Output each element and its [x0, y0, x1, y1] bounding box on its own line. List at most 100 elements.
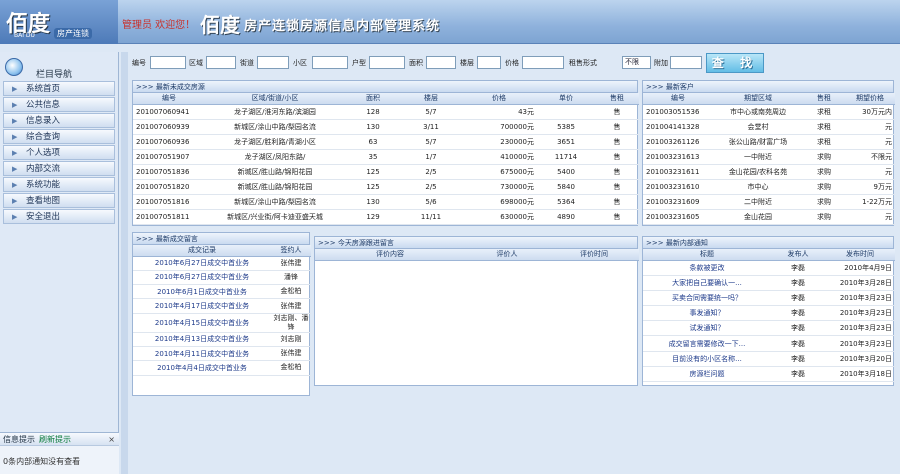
table-cell[interactable]: 条款被更改 — [643, 260, 771, 276]
table-row[interactable]: 买卖合同需要统一吗？ 李磊 2010年3月23日 — [643, 290, 895, 307]
col-content: 评价内容 — [315, 249, 465, 261]
table-row[interactable]: 201003231605 金山花园 求购元 — [643, 209, 895, 226]
table-row[interactable]: 201004141328 会堂村 求租元 — [643, 119, 895, 135]
sidebar-splitter[interactable] — [121, 52, 128, 474]
table-cell: 11/11 — [401, 209, 461, 226]
table-cell[interactable]: 2010年4月4日成交中首业务 — [133, 360, 271, 376]
table-row[interactable]: 201007051816 新城区/涂山中路/梨园名流 130 5/6 698000元 53… — [133, 194, 639, 211]
table-row[interactable]: 2010年4月13日成交中首业务 刘志刚 — [133, 332, 311, 347]
arrow-right-icon: ▶ — [12, 133, 18, 141]
sidebar-item-search[interactable]: ▶ 综合查询 — [3, 129, 115, 144]
table-row[interactable]: 201007051836 新城区/胜山路/锦阳花园 125 2/5 675000元 540… — [133, 164, 639, 180]
table-cell: 金山花园/农科名苑 — [713, 164, 803, 180]
sidebar-item-public-info[interactable]: ▶ 公共信息 — [3, 97, 115, 112]
table-row[interactable]: 2010年4月4日成交中首业务 金松柏 — [133, 360, 311, 376]
today-followups-panel: >>> 今天房源跟进留言 评价内容 评价人 评价时间 — [314, 236, 639, 386]
table-row[interactable]: 2010年6月27日成交中首业务 张伟建 — [133, 256, 311, 271]
table-cell: 售 — [595, 119, 639, 135]
table-cell: 售 — [595, 209, 639, 226]
table-cell[interactable]: 2010年4月17日成交中首业务 — [133, 298, 271, 314]
table-cell[interactable]: 成交留言需要修改一下... — [643, 335, 771, 352]
sidebar-item-logout[interactable]: ▶ 安全退出 — [3, 209, 115, 224]
table-cell[interactable]: 事发通知？ — [643, 305, 771, 322]
table-cell[interactable]: 2010年4月11日成交中首业务 — [133, 346, 271, 362]
community-input[interactable] — [312, 56, 348, 69]
table-cell: 201003051536 — [643, 104, 713, 120]
rent-sale-select[interactable]: 不限 — [622, 56, 651, 69]
layout-input[interactable] — [369, 56, 405, 69]
table-row[interactable]: 2010年4月17日成交中首业务 张伟建 — [133, 298, 311, 314]
close-icon[interactable]: × — [108, 433, 115, 446]
table-cell: 一中附近 — [713, 149, 803, 165]
id-input[interactable] — [150, 56, 186, 69]
table-row[interactable]: 事发通知？ 李磊 2010年3月23日 — [643, 305, 895, 322]
table-row[interactable]: 2010年4月11日成交中首业务 张伟建 — [133, 346, 311, 362]
price-input[interactable] — [522, 56, 564, 69]
refresh-tip-link[interactable]: 刷新提示 — [39, 435, 71, 444]
street-input[interactable] — [257, 56, 289, 69]
search-button[interactable]: 查 找 — [706, 53, 764, 73]
area-input[interactable] — [426, 56, 456, 69]
table-row[interactable]: 条款被更改 李磊 2010年4月9日 — [643, 260, 895, 276]
table-cell: 张伟建 — [271, 298, 311, 314]
table-cell: 求购 — [803, 164, 845, 180]
table-row[interactable]: 201003231611 金山花园/农科名苑 求购元 — [643, 164, 895, 180]
table-cell[interactable]: 大家把自己要确认一... — [643, 275, 771, 291]
col-reviewer: 评价人 — [465, 249, 549, 261]
table-cell: 5364 — [537, 194, 595, 211]
table-row[interactable]: 201007051820 新城区/胜山路/锦阳花园 125 2/5 730000元 584… — [133, 179, 639, 196]
table-cell: 2010年3月23日 — [825, 320, 895, 337]
table-cell[interactable]: 2010年6月27日成交中首业务 — [133, 270, 271, 286]
table-cell: 售 — [595, 164, 639, 180]
sidebar-item-data-entry[interactable]: ▶ 信息录入 — [3, 113, 115, 128]
table-cell: 2010年3月23日 — [825, 290, 895, 307]
logo-sub-text: BAI DU — [14, 32, 35, 39]
table-row[interactable]: 201007051907 龙子湖区/凤阳东路/35 1/7 410000元 11714 售 — [133, 149, 639, 165]
table-row[interactable]: 201003051536 市中心或南苑周边 求租 30万元内 — [643, 104, 895, 120]
table-cell: 不限元 — [845, 149, 895, 165]
sidebar-item-home[interactable]: ▶ 系统首页 — [3, 81, 115, 96]
table-cell[interactable]: 买卖合同需要统一吗？ — [643, 290, 771, 307]
table-row[interactable]: 试发通知？ 李磊 2010年3月23日 — [643, 320, 895, 337]
table-cell[interactable]: 目前没有的小区名称... — [643, 351, 771, 367]
table-row[interactable]: 2010年6月27日成交中首业务 潘锋 — [133, 270, 311, 286]
table-cell: 35 — [345, 149, 401, 165]
table-cell: 128 — [345, 104, 401, 120]
table-row[interactable]: 201003231609 二中附近 求购 1-22万元 — [643, 194, 895, 211]
floor-input[interactable] — [477, 56, 501, 69]
table-row[interactable]: 成交留言需要修改一下... 李磊 2010年3月23日 — [643, 335, 895, 352]
district-input[interactable] — [206, 56, 236, 69]
table-cell: 潘锋 — [271, 270, 311, 286]
table-row[interactable]: 房源栏问题 李磊 2010年3月18日 — [643, 366, 895, 383]
table-cell: 会堂村 — [713, 119, 803, 135]
table-row[interactable]: 201007051811 新城区/兴业街/阿卡迪亚盛天城 129 11/11 63000… — [133, 209, 639, 226]
sidebar-item-map[interactable]: ▶ 查看地图 — [3, 193, 115, 208]
table-row[interactable]: 201003231610 市中心 求购 9万元 — [643, 179, 895, 196]
table-cell: 新城区/胜山路/锦阳花园 — [205, 164, 345, 180]
table-row[interactable]: 大家把自己要确认一... 李磊 2010年3月28日 — [643, 275, 895, 291]
col-area: 面积 — [345, 93, 401, 105]
table-row[interactable]: 2010年4月15日成交中首业务 刘志刚、潘锋 — [133, 313, 311, 333]
table-cell[interactable]: 2010年4月13日成交中首业务 — [133, 332, 271, 347]
arrow-right-icon: ▶ — [12, 149, 18, 157]
table-cell[interactable]: 房源栏问题 — [643, 366, 771, 383]
col-floor: 楼层 — [401, 93, 461, 105]
table-cell: 刘志刚、潘锋 — [271, 313, 311, 333]
col-price-wanted: 期望价格 — [845, 93, 895, 105]
table-row[interactable]: 201003231613 一中附近 求购 不限元 — [643, 149, 895, 165]
sidebar-item-personal[interactable]: ▶ 个人选项 — [3, 145, 115, 160]
sidebar-item-system[interactable]: ▶ 系统功能 — [3, 177, 115, 192]
extra-input[interactable] — [670, 56, 702, 69]
sidebar-item-internal-chat[interactable]: ▶ 内部交流 — [3, 161, 115, 176]
table-row[interactable]: 201007060936 龙子湖区/胜利路/青湖小区 63 5/7 230000元 365… — [133, 134, 639, 150]
table-row[interactable]: 201007060939 新城区/涂山中路/梨园名流 130 3/11 700000元 5… — [133, 119, 639, 135]
table-cell[interactable]: 2010年6月27日成交中首业务 — [133, 256, 271, 271]
table-cell[interactable]: 试发通知？ — [643, 320, 771, 337]
table-cell[interactable]: 2010年6月1日成交中首业务 — [133, 284, 271, 300]
table-row[interactable]: 201003261126 张公山路/财富广场 求租元 — [643, 134, 895, 150]
table-cell[interactable]: 2010年4月15日成交中首业务 — [133, 313, 271, 333]
table-row[interactable]: 201007060941 龙子湖区/淮河东路/滨湖园 128 5/7 43元 售 — [133, 104, 639, 120]
table-cell: 新城区/涂山中路/梨园名流 — [205, 194, 345, 211]
table-row[interactable]: 2010年6月1日成交中首业务 金松柏 — [133, 284, 311, 300]
table-row[interactable]: 目前没有的小区名称... 李磊 2010年3月20日 — [643, 351, 895, 367]
